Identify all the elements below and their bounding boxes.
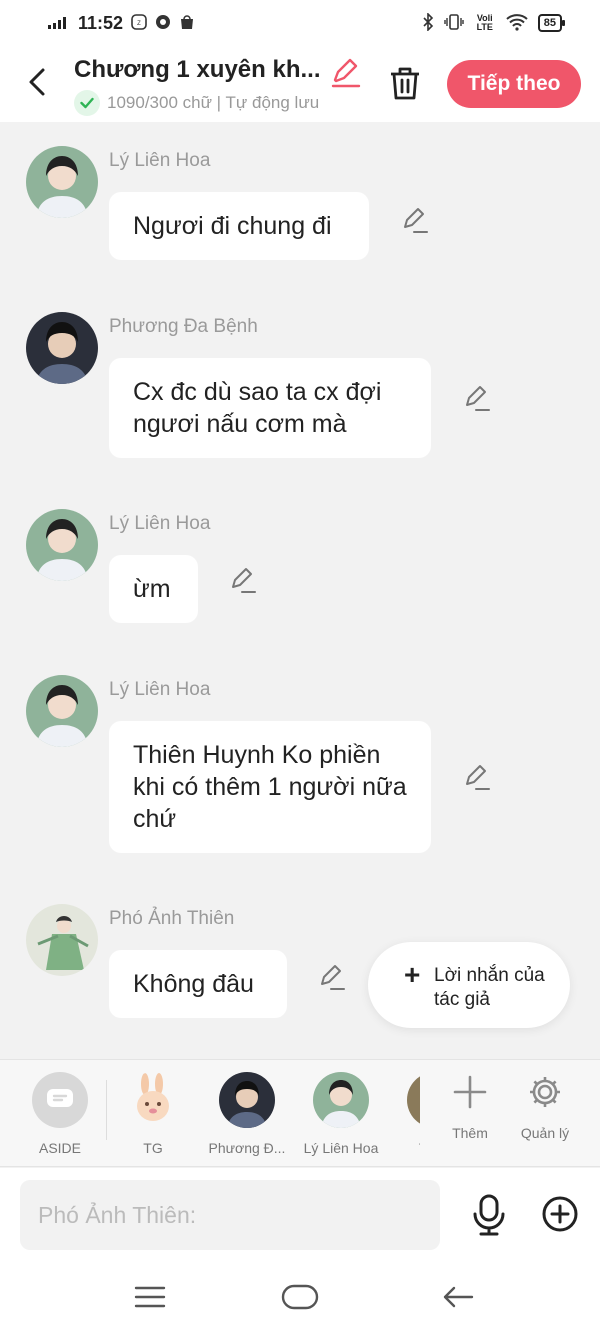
- arrow-left-icon: [443, 1286, 474, 1308]
- sender-name: Phó Ảnh Thiên: [109, 908, 235, 929]
- sender-name: Lý Liên Hoa: [109, 150, 211, 171]
- edit-message-button[interactable]: [400, 206, 430, 236]
- aside-icon: [32, 1072, 88, 1128]
- delete-button[interactable]: [386, 64, 424, 102]
- vibrate-icon: [444, 13, 464, 34]
- pencil-icon: [321, 965, 345, 990]
- character-label: Lý Liên Hoa: [303, 1140, 379, 1156]
- status-time: 11:52: [78, 12, 124, 33]
- character-phuong-da-benh[interactable]: Phương Đ...: [203, 1072, 291, 1156]
- home-nav-button[interactable]: [280, 1282, 320, 1312]
- plus-icon: [453, 1075, 487, 1109]
- manage-button[interactable]: Quản lý: [510, 1074, 580, 1141]
- avatar[interactable]: [26, 675, 98, 747]
- avatar[interactable]: [26, 509, 98, 581]
- next-button[interactable]: Tiếp theo: [447, 60, 581, 108]
- sender-name: Phương Đa Bệnh: [109, 316, 258, 337]
- edit-title-button[interactable]: [330, 58, 362, 88]
- microphone-icon: [473, 1194, 505, 1236]
- sender-name: Lý Liên Hoa: [109, 513, 211, 534]
- back-nav-button[interactable]: [440, 1282, 480, 1312]
- add-label: Thêm: [452, 1125, 488, 1141]
- avatar: [125, 1072, 181, 1128]
- avatar[interactable]: [26, 146, 98, 218]
- message-bubble[interactable]: Ngươi đi chung đi: [109, 192, 369, 260]
- network-label: Voli LTE: [476, 13, 493, 32]
- input-bar: [0, 1168, 600, 1260]
- avatar[interactable]: [26, 312, 98, 384]
- character-label: TG: [143, 1140, 163, 1156]
- app-icon: [155, 14, 171, 33]
- battery-indicator: 85: [537, 14, 566, 32]
- pencil-icon: [466, 765, 490, 790]
- message-bubble[interactable]: ừm: [109, 555, 198, 623]
- voice-input-button[interactable]: [470, 1194, 508, 1236]
- wifi-icon: [506, 13, 528, 34]
- edit-message-button[interactable]: [462, 763, 492, 793]
- character-aside[interactable]: ASIDE: [16, 1072, 104, 1156]
- gear-icon: [530, 1077, 560, 1107]
- shopee-icon: [179, 14, 195, 33]
- character-ly-lien-hoa[interactable]: Lý Liên Hoa: [297, 1072, 385, 1156]
- character-tg[interactable]: TG: [109, 1072, 197, 1156]
- back-button[interactable]: [20, 64, 54, 100]
- check-icon: [74, 90, 100, 116]
- trash-icon: [391, 67, 419, 100]
- plus-icon: +: [404, 959, 421, 990]
- edit-message-button[interactable]: [462, 384, 492, 414]
- svg-text:Z: Z: [137, 21, 141, 27]
- message-bubble[interactable]: Thiên Huynh Ko phiền khi có thêm 1 người…: [109, 721, 431, 853]
- bluetooth-icon: [422, 11, 434, 34]
- add-attachment-button[interactable]: [540, 1194, 580, 1234]
- author-note-button[interactable]: + Lời nhắn của tác giả: [368, 942, 570, 1028]
- menu-nav-button[interactable]: [132, 1282, 172, 1312]
- editor-header: Chương 1 xuyên kh... 1090/300 chữ | Tự đ…: [0, 46, 600, 122]
- character-label: Phương Đ...: [208, 1140, 286, 1156]
- pencil-icon: [404, 208, 428, 233]
- pencil-icon: [466, 386, 490, 411]
- message-input[interactable]: [20, 1180, 440, 1250]
- add-character-button[interactable]: Thêm: [435, 1074, 505, 1141]
- home-pill-icon: [281, 1284, 319, 1310]
- save-status: 1090/300 chữ | Tự động lưu: [74, 90, 319, 116]
- plus-circle-icon: [542, 1196, 578, 1232]
- signal-icon: [48, 17, 66, 29]
- character-bar: ASIDE TG Phương Đ... Lý Liên Hoa Tổng Th…: [0, 1059, 600, 1167]
- divider: [106, 1080, 107, 1140]
- author-note-label: Lời nhắn của tác giả: [434, 965, 545, 1010]
- chevron-left-icon: [29, 68, 45, 96]
- avatar[interactable]: [26, 904, 98, 976]
- character-label: ASIDE: [38, 1140, 81, 1156]
- manage-label: Quản lý: [520, 1125, 570, 1141]
- pencil-icon: [232, 568, 256, 593]
- chapter-title[interactable]: Chương 1 xuyên kh...: [74, 56, 320, 84]
- zalo-icon: Z: [131, 13, 147, 33]
- message-bubble[interactable]: Cx đc dù sao ta cx đợi ngươi nấu cơm mà: [109, 358, 431, 458]
- system-nav-bar: [0, 1260, 600, 1333]
- avatar: [219, 1072, 275, 1128]
- edit-message-button[interactable]: [228, 566, 258, 596]
- word-count: 1090/300 chữ | Tự động lưu: [107, 93, 320, 112]
- message-bubble[interactable]: Không đâu: [109, 950, 287, 1018]
- pencil-icon: [331, 58, 361, 88]
- sender-name: Lý Liên Hoa: [109, 679, 211, 700]
- edit-message-button[interactable]: [317, 963, 347, 993]
- status-bar: 11:52 Z Voli LTE 85: [0, 0, 600, 46]
- avatar: [313, 1072, 369, 1128]
- hamburger-icon: [134, 1286, 166, 1308]
